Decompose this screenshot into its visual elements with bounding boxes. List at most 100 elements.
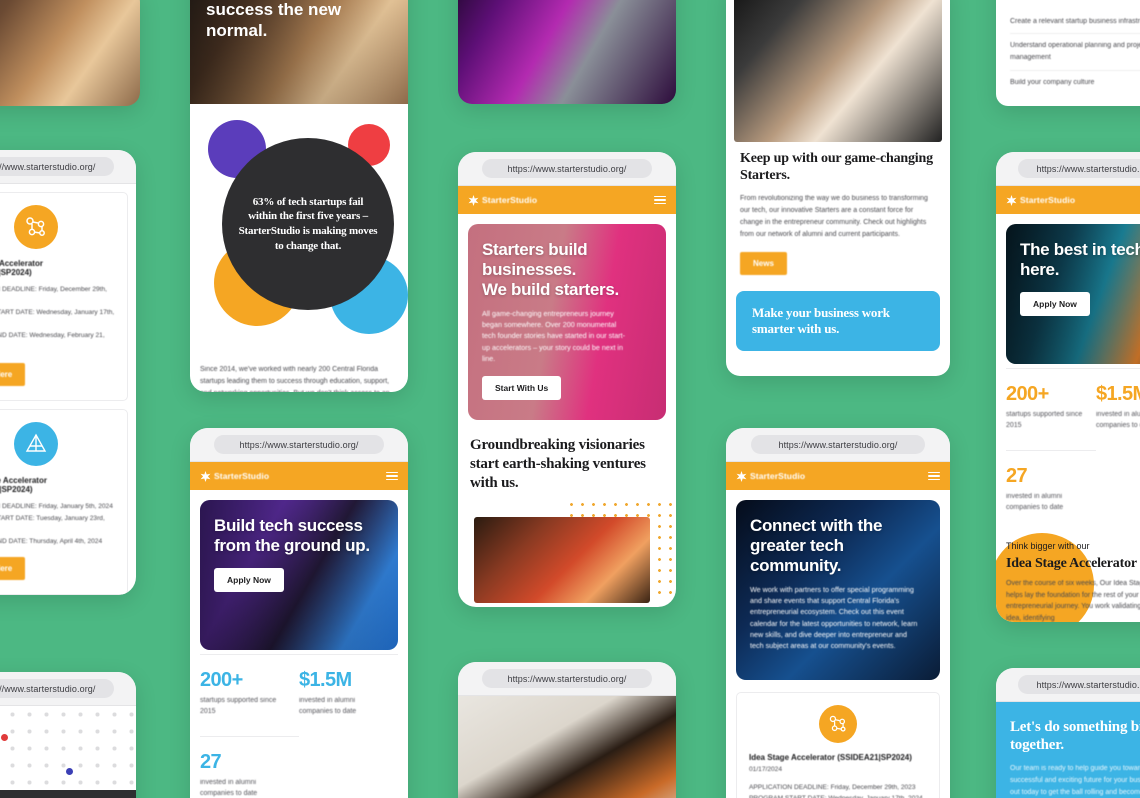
hamburger-menu-icon[interactable] <box>386 471 398 481</box>
program-card[interactable]: Idea Stage Accelerator (SSIDEA21|SP2024)… <box>0 192 128 402</box>
pyramid-icon <box>14 422 58 467</box>
apply-here-button[interactable]: Apply Here <box>0 363 26 387</box>
browser-chrome: https://www.starterstudio.org/ <box>996 668 1140 702</box>
stat-label: invested in alumni companies to date <box>1096 411 1140 429</box>
stat-number: 27 <box>1006 464 1028 487</box>
brand-logo[interactable]: StarterStudio <box>1006 194 1075 206</box>
hero-connect: Connect with the greater tech community.… <box>736 500 940 680</box>
foundation-bullet: Create a relevant startup business infra… <box>1010 16 1140 35</box>
stat-label: startups supported since 2015 <box>1006 411 1083 429</box>
promo-title: Idea Stage Accelerator <box>1006 555 1137 571</box>
brand-logo[interactable]: StarterStudio <box>200 470 270 482</box>
col5-browser-best-tech[interactable]: https://www.starterstudio.org/ StarterSt… <box>996 152 1140 622</box>
dot-grid-panel <box>0 706 136 790</box>
circle-quote: 63% of tech startups fail within the fir… <box>238 195 378 252</box>
star-icon <box>200 470 211 482</box>
url-bar[interactable]: https://www.starterstudio.org/ <box>0 157 114 176</box>
col1-browser-dots[interactable]: https://www.starterstudio.org/ <box>0 672 136 798</box>
col1-browser-programs[interactable]: https://www.starterstudio.org/ Idea Stag… <box>0 150 136 595</box>
foundation-bullet: Build your company culture <box>1010 79 1095 87</box>
stat-item: 200+ startups supported since 2015 <box>1006 368 1096 450</box>
program-line: PROGRAM END DATE: Thursday, April 4th, 2… <box>0 537 103 545</box>
program-line: PROGRAM START DATE: Wednesday, January 1… <box>749 793 927 798</box>
url-bar[interactable]: https://www.starterstudio.org/ <box>750 435 926 454</box>
url-bar[interactable]: https://www.starterstudio.org/ <box>481 159 653 178</box>
team-photo <box>474 516 650 603</box>
star-icon <box>1006 194 1017 206</box>
url-bar[interactable]: https://www.starterstudio.org/ <box>1018 675 1140 694</box>
circle-collage: 63% of tech startups fail within the fir… <box>200 108 408 358</box>
news-body: From revolutionizing the way we do busin… <box>740 195 928 238</box>
url-bar[interactable]: https://www.starterstudio.org/ <box>481 669 653 688</box>
program-card[interactable]: Build Stage Accelerator (SSBUILD7|SP2024… <box>0 409 128 595</box>
dark-footer-strip <box>0 790 136 798</box>
stat-item: $1.5M invested in alumni companies to da… <box>1096 368 1140 450</box>
col3-browser-starters[interactable]: https://www.starterstudio.org/ StarterSt… <box>458 152 676 607</box>
panel-body: Our team is ready to help guide you towa… <box>1010 765 1140 796</box>
browser-chrome: https://www.starterstudio.org/ <box>996 152 1140 186</box>
brand-name: StarterStudio <box>750 471 806 481</box>
brand-logo[interactable]: StarterStudio <box>468 194 538 206</box>
stats-grid: 200+ startups supported since 2015 $1.5M… <box>200 650 398 798</box>
foundation-title: Build an unshakeable foundation. <box>1010 0 1140 5</box>
star-icon <box>468 194 479 206</box>
stat-item: $1.5M invested in alumni companies to da… <box>299 654 398 736</box>
col4-browser-connect[interactable]: https://www.starterstudio.org/ StarterSt… <box>726 428 950 798</box>
brand-logo[interactable]: StarterStudio <box>736 470 806 482</box>
stat-label: startups supported since 2015 <box>200 697 277 715</box>
site-navbar: StarterStudio <box>458 186 676 214</box>
col5-bottom-browser[interactable]: https://www.starterstudio.org/ Let's do … <box>996 668 1140 798</box>
hamburger-menu-icon[interactable] <box>654 195 666 205</box>
star-icon <box>736 470 747 482</box>
stat-item: 27 invested in alumni companies to date <box>200 735 299 798</box>
hero-title: Build tech success from the ground up. <box>214 516 370 556</box>
news-photo <box>734 0 942 142</box>
browser-chrome: https://www.starterstudio.org/ <box>190 428 408 462</box>
stat-number: $1.5M <box>299 669 352 691</box>
stats-grid: 200+ startups supported since 2015 $1.5M… <box>1006 364 1140 535</box>
section-title: Groundbreaking visionaries start earth-s… <box>470 437 646 491</box>
apply-now-button[interactable]: Apply Now <box>1020 292 1090 317</box>
hamburger-menu-icon[interactable] <box>928 471 940 481</box>
color-dot <box>66 768 73 775</box>
hero-title: Starters build businesses. We build star… <box>482 240 619 300</box>
program-line: APPLICATION DEADLINE: Friday, January 5t… <box>0 503 113 511</box>
site-navbar: StarterStudio <box>726 462 950 490</box>
program-date: 01/17/2024 <box>749 766 783 773</box>
hero-title: Connect with the greater tech community. <box>750 516 883 576</box>
brand-name: StarterStudio <box>214 471 270 481</box>
url-bar[interactable]: https://www.starterstudio.org/ <box>1018 159 1140 178</box>
promo-pre: Think bigger with our <box>1006 541 1090 552</box>
news-button[interactable]: News <box>740 251 787 275</box>
stat-item: 27 invested in alumni companies to date <box>1006 449 1096 532</box>
col3-bottom-browser[interactable]: https://www.starterstudio.org/ <box>458 662 676 798</box>
color-dot <box>1 734 8 741</box>
program-title: Idea Stage Accelerator (SSIDEA21|SP2024) <box>749 753 912 762</box>
stat-label: invested in alumni companies to date <box>1006 492 1064 511</box>
program-card[interactable]: Idea Stage Accelerator (SSIDEA21|SP2024)… <box>736 692 940 798</box>
url-bar[interactable]: https://www.starterstudio.org/ <box>213 435 385 454</box>
apply-now-button[interactable]: Apply Now <box>214 568 284 593</box>
hero-photo <box>458 696 676 798</box>
site-navbar: StarterStudio <box>190 462 408 490</box>
site-navbar: StarterStudio <box>996 186 1140 214</box>
col4-news-card: Keep up with our game-changing Starters.… <box>726 0 950 376</box>
stat-number: 200+ <box>200 669 243 691</box>
program-line: APPLICATION DEADLINE: Friday, December 2… <box>0 286 107 293</box>
browser-chrome: https://www.starterstudio.org/ <box>458 152 676 186</box>
band-title: Make your business work smarter with us. <box>752 304 890 336</box>
molecule-icon <box>14 205 58 249</box>
start-with-us-button[interactable]: Start With Us <box>482 375 562 400</box>
col5-foundation-card: Build an unshakeable foundation. Create … <box>996 0 1140 106</box>
col2-browser-build[interactable]: https://www.starterstudio.org/ StarterSt… <box>190 428 408 798</box>
program-title: Build Stage Accelerator (SSBUILD7|SP2024… <box>0 476 47 495</box>
foundation-title-dot: . <box>1078 0 1082 3</box>
program-title: Idea Stage Accelerator (SSIDEA21|SP2024) <box>0 259 43 277</box>
stat-label: invested in alumni companies to date <box>200 778 258 797</box>
apply-here-button[interactable]: Apply Here <box>0 557 26 581</box>
stat-label: invested in alumni companies to date <box>299 697 357 715</box>
collage-canvas: https://www.starterstudio.org/ Idea Stag… <box>0 0 1140 798</box>
browser-chrome: https://www.starterstudio.org/ <box>0 672 136 706</box>
brand-name: StarterStudio <box>482 195 538 205</box>
url-bar[interactable]: https://www.starterstudio.org/ <box>0 679 114 698</box>
